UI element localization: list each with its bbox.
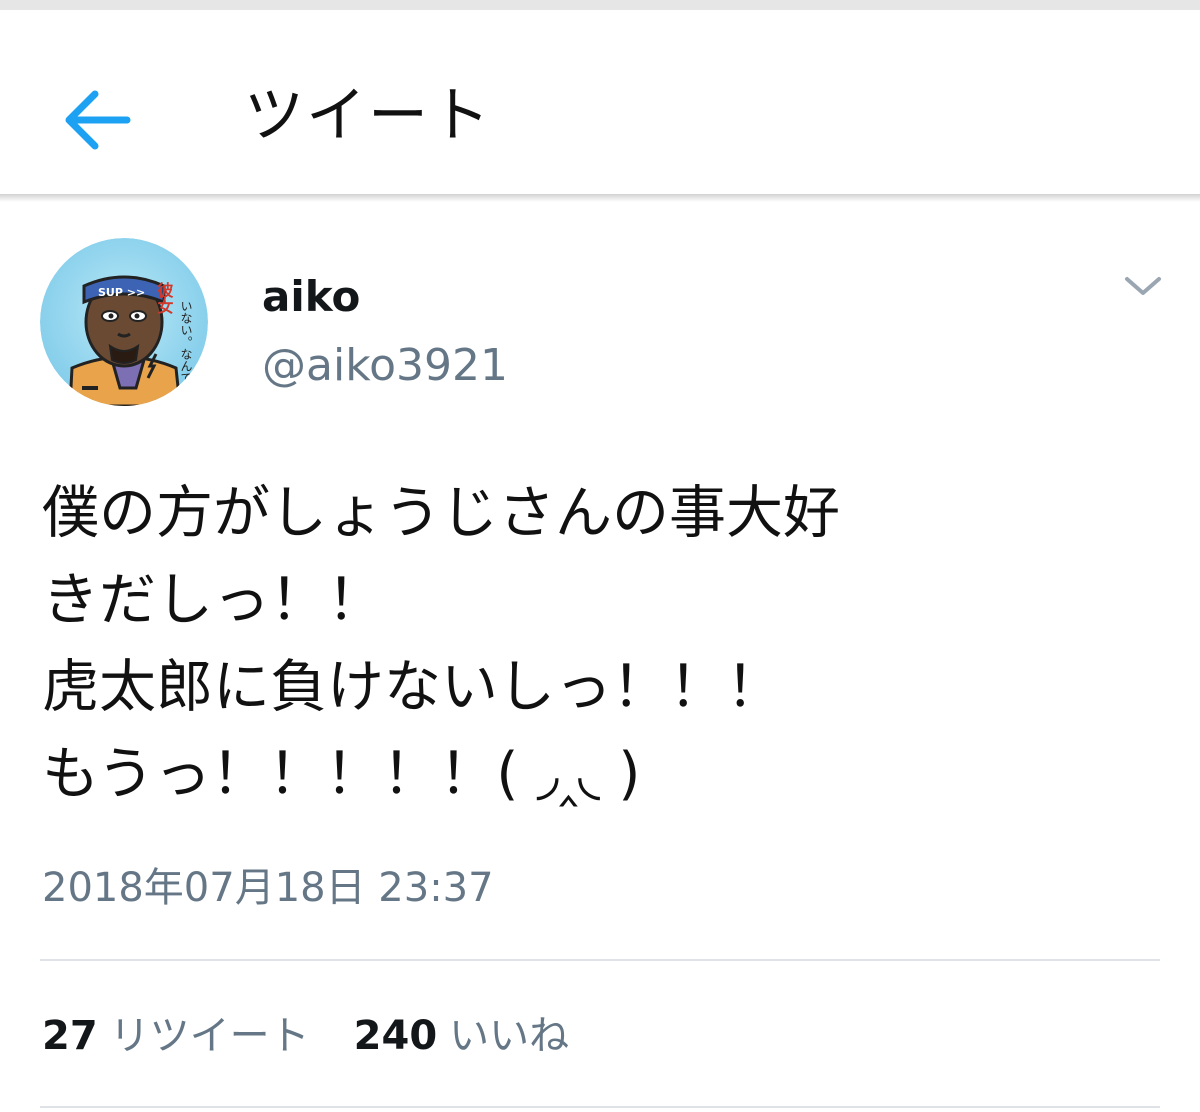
like-label: いいね	[449, 1013, 570, 1059]
tweet-timestamp[interactable]: 2018年07月18日 23:37	[42, 860, 494, 916]
back-button[interactable]	[52, 72, 148, 168]
chevron-down-icon	[1125, 277, 1161, 295]
avatar-headband-text: SUP >>	[98, 286, 145, 299]
avatar-caption-side: いない。なんて	[179, 300, 193, 384]
author-screen-name[interactable]: @aiko3921	[262, 338, 508, 394]
arrow-left-icon	[65, 90, 131, 150]
avatar-caption-top: 彼女	[155, 281, 174, 315]
tweet-text: 僕の方がしょうじさんの事大好 きだしっ！！ 虎太郎に負けないしっ！！！ もうっ！…	[42, 470, 1172, 818]
top-app-bar: ツイート	[0, 10, 1200, 196]
page-title: ツイート	[244, 81, 492, 151]
author-display-name[interactable]: aiko	[262, 272, 360, 322]
avatar-illustration: SUP >> 彼女 いない。なんて	[40, 238, 208, 406]
like-stat[interactable]: 240 いいね	[354, 1013, 570, 1059]
divider	[40, 1106, 1160, 1108]
retweet-count: 27	[42, 1013, 98, 1059]
app-bar-shadow	[0, 194, 1200, 202]
tweet-stats: 27 リツイート 240 いいね	[42, 1008, 569, 1064]
divider	[40, 959, 1160, 961]
avatar[interactable]: SUP >> 彼女 いない。なんて	[40, 238, 208, 406]
status-bar-strip	[0, 0, 1200, 10]
tweet-text-line: 僕の方がしょうじさんの事大好	[42, 480, 840, 546]
tweet-text-line: 虎太郎に負けないしっ！！！	[42, 654, 783, 720]
like-count: 240	[353, 1013, 438, 1059]
tweet-text-line: きだしっ！！	[42, 567, 384, 633]
retweet-label: リツイート	[109, 1013, 310, 1059]
retweet-stat[interactable]: 27 リツイート	[42, 1013, 310, 1059]
tweet-menu-button[interactable]	[1120, 264, 1166, 310]
tweet-text-line: もうっ！！！！！( ◞‸◟ )	[42, 741, 641, 807]
